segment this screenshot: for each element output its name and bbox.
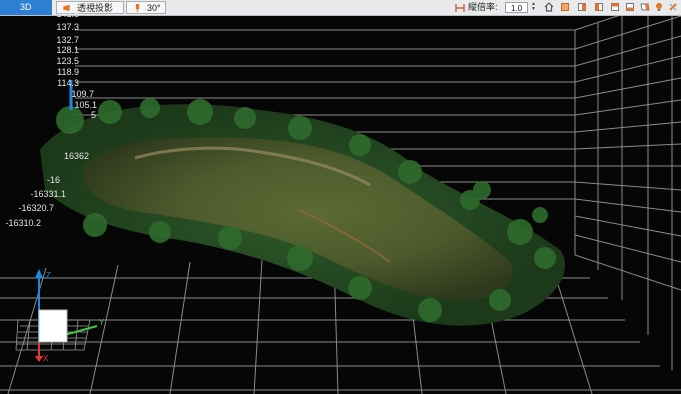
- settings-icon[interactable]: [668, 2, 678, 12]
- angle-button[interactable]: 30°: [126, 1, 166, 14]
- view-front-icon[interactable]: [560, 2, 570, 12]
- view-left-icon[interactable]: [594, 2, 604, 12]
- scale-label-0: 141.5: [56, 9, 79, 19]
- angle-label: 30°: [147, 3, 161, 13]
- vertical-scale-icon: [455, 4, 465, 12]
- view-back-icon[interactable]: [577, 2, 587, 12]
- tab-3d[interactable]: 3D: [0, 0, 52, 15]
- z-axis-label: Z: [46, 271, 51, 280]
- scale-label-2: 132.7: [56, 35, 79, 45]
- angle-icon: [135, 4, 140, 12]
- view-right-icon[interactable]: [610, 2, 620, 12]
- scale-label-12: 16362: [63, 151, 89, 161]
- scene-svg: [0, 16, 681, 394]
- scale-label-4: 123.5: [56, 56, 79, 66]
- light-icon[interactable]: [654, 2, 664, 12]
- scale-label-9: 5: [90, 110, 96, 120]
- toolbar: 3D 透視投影 30° 縦倍率: 1.0 ▲ ▼: [0, 0, 681, 16]
- grid-right-wall: [574, 16, 681, 370]
- home-icon[interactable]: [544, 2, 554, 12]
- x-axis-label: X: [43, 354, 49, 363]
- scale-label-6: 114.3: [57, 78, 79, 88]
- scale-label-8: 105.1: [74, 100, 97, 110]
- scale-label-5: 118.9: [57, 67, 79, 77]
- view-top-icon[interactable]: [625, 2, 635, 12]
- scale-label-1: 137.3: [56, 22, 79, 32]
- ratio-label: 縦倍率:: [468, 2, 498, 12]
- ratio-spinner[interactable]: ▲ ▼: [530, 2, 537, 13]
- 3d-viewport[interactable]: 141.5 137.3 132.7 128.1 123.5 118.9 114.…: [0, 9, 681, 394]
- scale-label-14: -16331.1: [30, 189, 66, 199]
- y-axis-label: Y: [99, 318, 105, 327]
- scale-label-15: -16320.7: [18, 203, 54, 213]
- scale-label-7: 109.7: [71, 89, 94, 99]
- projection-label: 透視投影: [77, 3, 114, 13]
- tab-3d-label: 3D: [20, 2, 32, 12]
- scale-label-3: 128.1: [56, 45, 79, 55]
- scale-label-13: -16: [46, 175, 60, 185]
- view-bottom-icon[interactable]: [640, 2, 650, 12]
- axis-gizmo: [15, 269, 98, 362]
- scale-label-16: -16310.2: [5, 218, 41, 228]
- ratio-input[interactable]: 1.0: [505, 2, 528, 13]
